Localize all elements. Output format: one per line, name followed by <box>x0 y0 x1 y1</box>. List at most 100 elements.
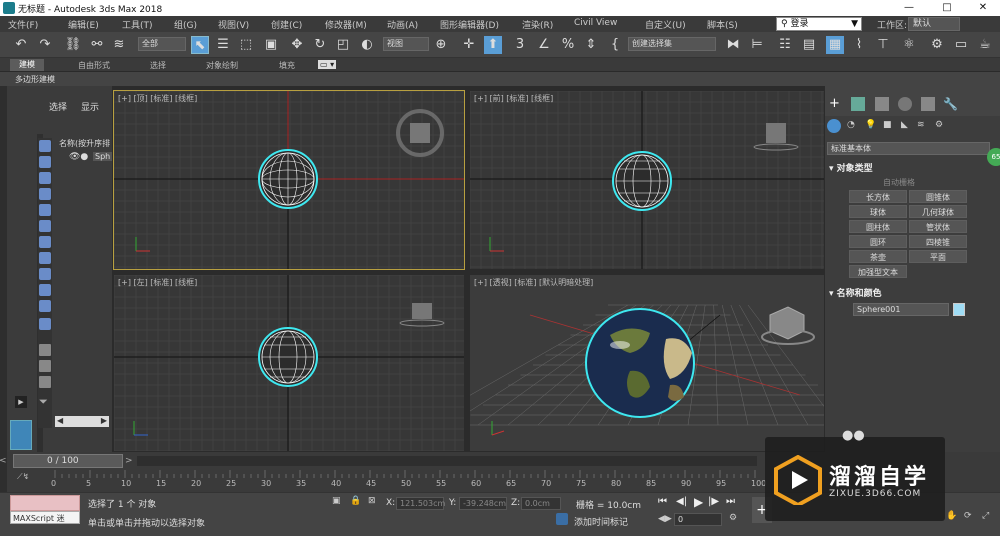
lock-selection-icon[interactable]: 🔒 <box>350 496 361 506</box>
cone-button[interactable]: 圆锥体 <box>909 190 967 203</box>
lights-category-icon[interactable]: 💡 <box>865 120 876 130</box>
object-color-swatch[interactable] <box>953 303 965 316</box>
viewport-left-label[interactable]: [+] [左] [标准] [线框] <box>118 277 197 288</box>
slider-next-icon[interactable]: > <box>125 456 133 466</box>
schematic-view-icon[interactable]: ⊤ <box>874 36 892 54</box>
motion-tab-icon[interactable] <box>898 97 912 111</box>
object-type-header[interactable]: ▾ 对象类型 <box>829 161 873 174</box>
workspace-select[interactable]: 默认 <box>908 17 960 31</box>
slider-prev-icon[interactable]: < <box>0 456 7 466</box>
close-button[interactable]: ✕ <box>970 0 996 16</box>
filter-spacewarps-icon[interactable] <box>39 220 51 232</box>
teapot-button[interactable]: 茶壶 <box>849 250 907 263</box>
pan-view-icon[interactable]: ✋ <box>946 511 957 521</box>
rotate-icon[interactable]: ↻ <box>311 36 329 54</box>
box-button[interactable]: 长方体 <box>849 190 907 203</box>
viewport-front-label[interactable]: [+] [前] [标准] [线框] <box>474 93 553 104</box>
menu-customize[interactable]: 自定义(U) <box>645 18 686 31</box>
menu-animation[interactable]: 动画(A) <box>387 18 418 31</box>
redo-icon[interactable]: ↷ <box>36 36 54 54</box>
viewport-left[interactable]: [+] [左] [标准] [线框] <box>113 274 465 452</box>
menu-create[interactable]: 创建(C) <box>271 18 302 31</box>
sphere-button[interactable]: 球体 <box>849 205 907 218</box>
minimize-button[interactable]: — <box>896 0 922 16</box>
maxscript-input[interactable]: MAXScript 迷 <box>10 511 80 524</box>
display-tab-icon[interactable] <box>921 97 935 111</box>
menu-civil-view[interactable]: Civil View <box>574 18 617 28</box>
next-frame-icon[interactable]: |▶ <box>708 496 719 507</box>
filter-bones-icon[interactable] <box>39 268 51 280</box>
angle-snap-icon[interactable]: ∠ <box>535 36 553 54</box>
select-manipulate-icon[interactable]: ✛ <box>460 36 478 54</box>
ribbon-toggle-icon[interactable]: ▤ <box>800 36 818 54</box>
pivot-center-icon[interactable]: ⊕ <box>432 36 450 54</box>
bind-spacewarp-icon[interactable]: ≋ <box>110 36 128 54</box>
viewport-perspective[interactable]: [+] [透视] [标准] [默认明暗处理] <box>469 274 825 452</box>
filter-containers-icon[interactable] <box>39 284 51 296</box>
display-invert-icon[interactable] <box>39 376 51 388</box>
absolute-mode-icon[interactable]: ⊠ <box>368 496 376 506</box>
menu-group[interactable]: 组(G) <box>174 18 197 31</box>
menu-edit[interactable]: 编辑(E) <box>68 18 99 31</box>
rendered-frame-icon[interactable]: ▭ <box>952 36 970 54</box>
name-and-color-header[interactable]: ▾ 名称和颜色 <box>829 286 882 299</box>
scene-explorer-icon[interactable]: ▦ <box>826 36 844 54</box>
ribbon-tab-populate[interactable]: 填充 <box>279 60 295 71</box>
viewport-front[interactable]: [+] [前] [标准] [线框] <box>469 90 825 270</box>
unlink-icon[interactable]: ⚯ <box>88 36 106 54</box>
filter-lights-icon[interactable] <box>39 172 51 184</box>
menu-rendering[interactable]: 渲染(R) <box>522 18 553 31</box>
mirror-icon[interactable]: ⧓ <box>724 36 742 54</box>
orbit-icon[interactable]: ⟳ <box>964 511 972 521</box>
textplus-button[interactable]: 加强型文本 <box>849 265 907 278</box>
create-tab-icon[interactable]: + <box>829 97 843 111</box>
filter-cameras-icon[interactable] <box>39 188 51 200</box>
menu-graph-editors[interactable]: 图形编辑器(D) <box>440 18 499 31</box>
time-slider-track[interactable] <box>137 456 757 466</box>
systems-category-icon[interactable]: ⚙ <box>935 120 943 130</box>
align-icon[interactable]: ⊨ <box>748 36 766 54</box>
maximize-viewport-icon[interactable]: ⤢ <box>982 511 989 521</box>
layout-toggle-icon[interactable] <box>10 420 32 450</box>
scale-icon[interactable]: ◰ <box>334 36 352 54</box>
maximize-button[interactable]: □ <box>934 0 960 16</box>
rectangular-selection-icon[interactable]: ⬚ <box>237 36 255 54</box>
menu-tools[interactable]: 工具(T) <box>122 18 153 31</box>
go-to-end-icon[interactable]: ⏭ <box>726 496 735 507</box>
explorer-hscrollbar[interactable]: ◀ ▶ <box>55 416 109 427</box>
menu-file[interactable]: 文件(F) <box>8 18 38 31</box>
hierarchy-tab-icon[interactable] <box>875 97 889 111</box>
helpers-category-icon[interactable]: ◣ <box>901 120 908 130</box>
current-frame-field[interactable]: 0 <box>674 513 722 526</box>
time-config-icon[interactable]: ⚙ <box>729 513 737 523</box>
filter-funnel-icon[interactable]: ⏷ <box>39 396 51 408</box>
login-dropdown[interactable]: ⚲ 登录 ▼ <box>776 17 862 31</box>
utilities-tab-icon[interactable]: 🔧 <box>943 97 958 111</box>
placement-icon[interactable]: ◐ <box>358 36 376 54</box>
spacewarps-category-icon[interactable]: ≋ <box>917 120 925 130</box>
render-setup-icon[interactable]: ⚙ <box>928 36 946 54</box>
named-selection-dropdown[interactable]: 创建选择集 <box>628 37 716 51</box>
x-coordinate-field[interactable]: 121.503cm <box>396 497 445 510</box>
render-icon[interactable]: ☕ <box>976 36 994 54</box>
filter-shapes-icon[interactable] <box>39 156 51 168</box>
modify-tab-icon[interactable] <box>851 97 865 111</box>
z-coordinate-field[interactable]: 0.0cm <box>521 497 561 510</box>
curve-editor-mini-icon[interactable]: ⟋↯ <box>17 472 47 484</box>
explorer-column-header[interactable]: 名称(按升序排 <box>59 138 110 149</box>
window-crossing-icon[interactable]: ▣ <box>262 36 280 54</box>
ribbon-options-icon[interactable]: ▭ ▾ <box>318 60 337 69</box>
display-none-icon[interactable] <box>39 360 51 372</box>
tube-button[interactable]: 管状体 <box>909 220 967 233</box>
play-icon[interactable]: ▶ <box>694 495 703 509</box>
filter-geometry-icon[interactable] <box>39 140 51 152</box>
reference-coordinate-dropdown[interactable]: 视图 <box>383 37 429 51</box>
undo-icon[interactable]: ↶ <box>12 36 30 54</box>
menu-modifiers[interactable]: 修改器(M) <box>325 18 367 31</box>
viewport-top-label[interactable]: [+] [顶] [标准] [线框] <box>118 93 197 104</box>
polygon-modeling-label[interactable]: 多边形建模 <box>15 74 55 85</box>
ribbon-tab-selection[interactable]: 选择 <box>150 60 166 71</box>
filter-helpers-icon[interactable] <box>39 204 51 216</box>
viewport-top[interactable]: [+] [顶] [标准] [线框] <box>113 90 465 270</box>
expand-arrow-icon[interactable]: ▶ <box>15 396 27 408</box>
